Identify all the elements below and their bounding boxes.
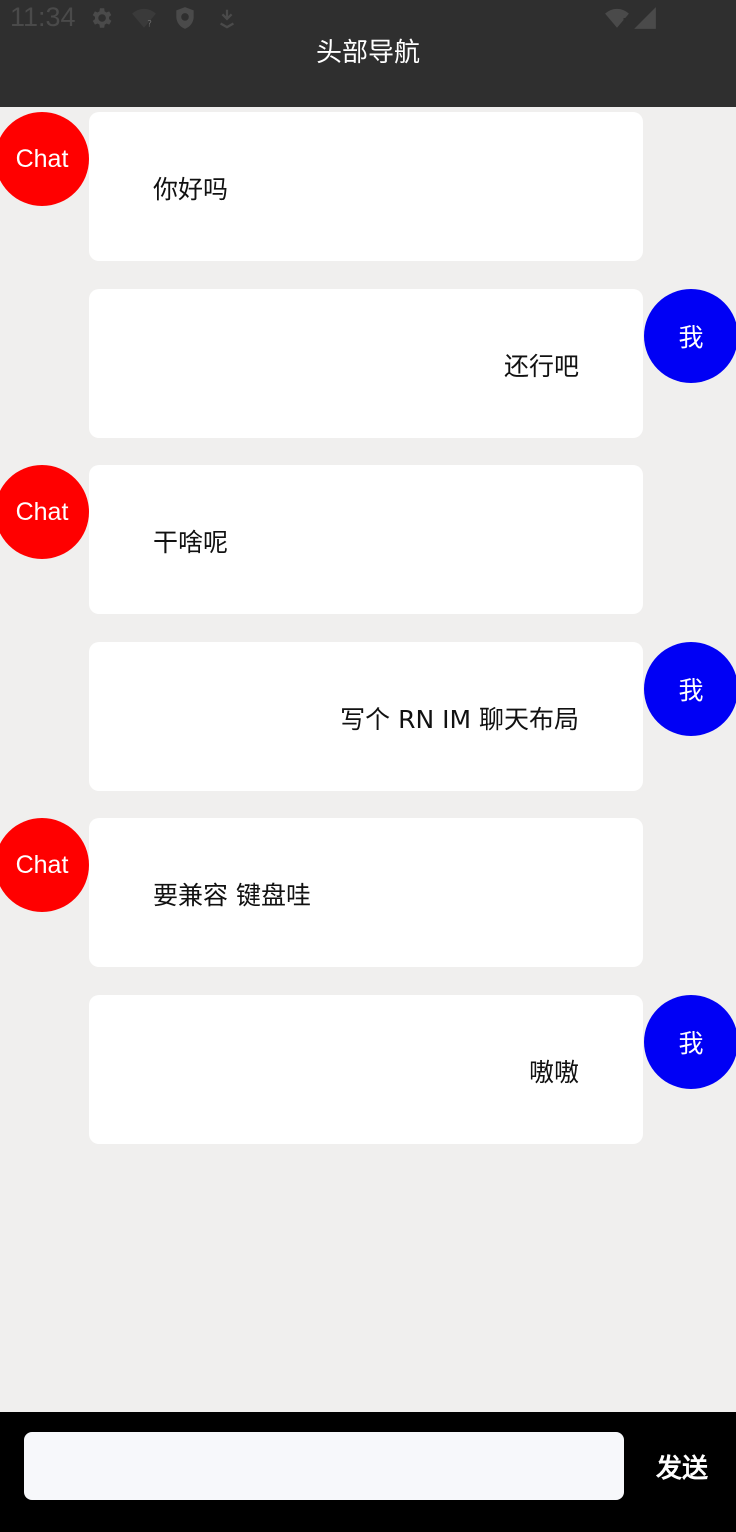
composer-bar: 发送 <box>0 1412 736 1532</box>
download-icon <box>216 5 238 35</box>
message-bubble-received: 干啥呢 <box>89 465 643 614</box>
wifi-question-icon: ? <box>130 5 158 35</box>
avatar-me[interactable]: 我 <box>644 995 736 1089</box>
message-text: 还行吧 <box>503 352 579 381</box>
status-bar: 11:34 ? <box>0 0 736 34</box>
avatar-chat[interactable]: Chat <box>0 112 89 206</box>
avatar-me[interactable]: 我 <box>644 289 736 383</box>
message-text: 嗷嗷 <box>528 1058 579 1087</box>
message-bubble-sent: 嗷嗷 <box>89 995 643 1144</box>
message-text: 写个 RN IM 聊天布局 <box>340 705 579 734</box>
send-button[interactable]: 发送 <box>646 1448 718 1484</box>
header-bar: 11:34 ? 头部导航 <box>0 0 736 107</box>
avatar-chat[interactable]: Chat <box>0 465 89 559</box>
status-time: 11:34 <box>10 2 76 32</box>
signal-icon <box>632 5 658 35</box>
message-text: 要兼容 键盘哇 <box>153 881 311 910</box>
svg-text:?: ? <box>147 20 152 30</box>
message-text: 你好吗 <box>153 175 229 204</box>
avatar-chat[interactable]: Chat <box>0 818 89 912</box>
message-bubble-sent: 还行吧 <box>89 289 643 438</box>
page-title: 头部导航 <box>315 38 420 68</box>
wifi-alert-icon <box>602 5 632 35</box>
message-input[interactable] <box>24 1432 624 1500</box>
message-bubble-sent: 写个 RN IM 聊天布局 <box>89 642 643 791</box>
message-bubble-received: 要兼容 键盘哇 <box>89 818 643 967</box>
avatar-me[interactable]: 我 <box>644 642 736 736</box>
shield-icon <box>172 5 198 35</box>
message-text: 干啥呢 <box>153 528 229 557</box>
gear-icon <box>88 5 114 35</box>
message-bubble-received: 你好吗 <box>89 112 643 261</box>
